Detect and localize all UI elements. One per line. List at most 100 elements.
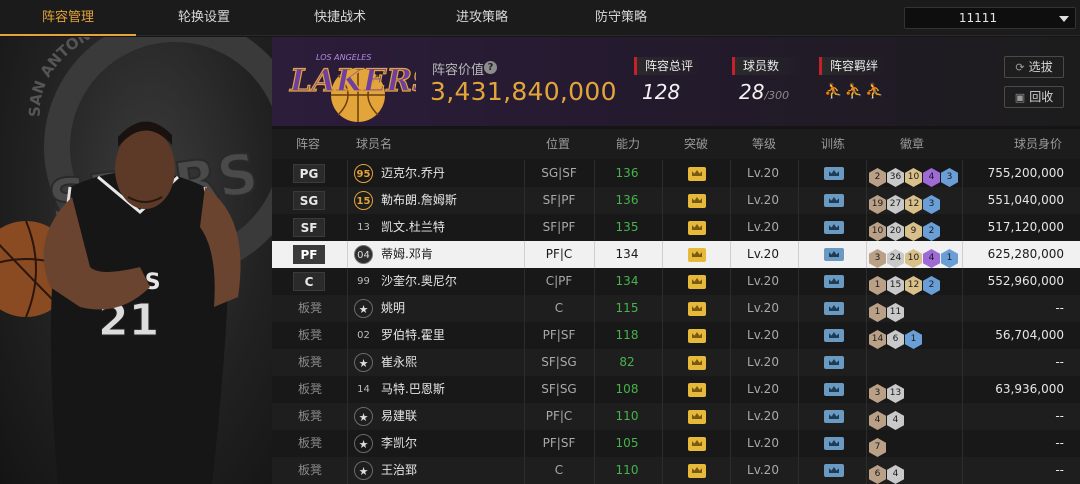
crown-icon[interactable] [688,383,706,397]
jersey-number-badge: ★ [354,353,373,372]
lineup-slot[interactable]: 板凳 [298,430,322,457]
training-crown-icon[interactable] [824,383,844,396]
lineup-slot[interactable]: 板凳 [298,376,322,403]
lineup-slot[interactable]: SG [293,191,325,210]
table-row[interactable]: 板凳 ★ 崔永熙 SF|SG 82 Lv.20 -- [272,349,1080,376]
crown-icon[interactable] [688,356,706,370]
badge-list[interactable]: 44 [869,407,905,430]
column-divider [662,187,663,214]
tab-quick-tactics[interactable]: 快捷战术 [272,0,408,36]
player-level: Lv.20 [747,247,779,261]
table-row[interactable]: 板凳 ★ 姚明 C 115 Lv.20 1 11 -- [272,295,1080,322]
crown-icon[interactable] [688,410,706,424]
table-row[interactable]: 板凳 ★ 易建联 PF|C 110 Lv.20 4 4 -- [272,403,1080,430]
badge-list[interactable]: 64 [869,461,905,484]
player-ability: 118 [615,328,639,342]
crown-icon[interactable] [688,194,706,208]
bond-icons[interactable]: ⛹ ⛹ ⛹ [824,82,886,100]
crown-icon[interactable] [688,464,706,478]
table-row[interactable]: PF 04 蒂姆.邓肯 PF|C 134 Lv.20 3 24 10 4 1 625,280,000 [272,241,1080,268]
training-crown-icon[interactable] [824,410,844,423]
table-row[interactable]: C 99 沙奎尔.奥尼尔 C|PF 134 Lv.20 1 15 12 2 552,960,000 [272,268,1080,295]
training-crown-icon[interactable] [824,437,844,450]
training-crown-icon[interactable] [824,275,844,288]
table-row[interactable]: 板凳 02 罗伯特.霍里 PF|SF 118 Lv.20 14 6 1 56,704,000 [272,322,1080,349]
crown-icon[interactable] [688,221,706,235]
col-badges: 徽章 [900,137,925,151]
badge-list[interactable]: 3 24 10 4 1 [869,245,959,268]
player-name[interactable]: 姚明 [381,295,405,322]
refresh-icon: ⟳ [1015,61,1025,74]
crown-icon[interactable] [688,167,706,181]
lineup-slot[interactable]: C [293,272,325,291]
player-position: SF|SG [541,355,577,369]
player-name[interactable]: 李凯尔 [381,430,417,457]
training-crown-icon[interactable] [824,329,844,342]
badge-list[interactable]: 2 36 10 4 3 [869,164,959,187]
pick-button[interactable]: ⟳ 选拔 [1004,56,1064,78]
player-name[interactable]: 沙奎尔.奥尼尔 [381,268,457,295]
recycle-button[interactable]: ▣ 回收 [1004,86,1064,108]
bond-icon-blue[interactable]: ⛹ [865,82,884,100]
badge-list[interactable]: 7 [869,434,887,457]
player-name[interactable]: 易建联 [381,403,417,430]
lineup-slot[interactable]: 板凳 [298,457,322,484]
training-crown-icon[interactable] [824,356,844,369]
tab-rotation[interactable]: 轮换设置 [136,0,272,36]
training-crown-icon[interactable] [824,167,844,180]
lineup-slot[interactable]: 板凳 [298,295,322,322]
table-row[interactable]: 板凳 ★ 李凯尔 PF|SF 105 Lv.20 7 -- [272,430,1080,457]
help-icon[interactable]: ? [484,61,497,74]
player-name[interactable]: 凯文.杜兰特 [381,214,445,241]
crown-icon[interactable] [688,437,706,451]
lineup-slot[interactable]: PF [293,245,325,264]
table-row[interactable]: PG 95 迈克尔.乔丹 SG|SF 136 Lv.20 2 36 10 4 3 755,200,00… [272,160,1080,187]
crown-icon[interactable] [688,329,706,343]
tab-offense[interactable]: 进攻策略 [414,0,550,36]
badge-list[interactable]: 3 13 [869,380,905,403]
column-divider [347,403,348,430]
table-row[interactable]: 板凳 14 马特.巴恩斯 SF|SG 108 Lv.20 3 13 63,936,000 [272,376,1080,403]
lineup-slot[interactable]: SF [293,218,325,237]
table-row[interactable]: SF 13 凯文.杜兰特 SF|PF 135 Lv.20 10 20 9 2 517,120,000 [272,214,1080,241]
training-crown-icon[interactable] [824,194,844,207]
badge-list[interactable]: 1 15 12 2 [869,272,941,295]
bond-icon-gold[interactable]: ⛹ [845,82,864,100]
lineup-slot[interactable]: 板凳 [298,322,322,349]
team-select[interactable]: 11111 [904,7,1076,29]
table-row[interactable]: SG 15 勒布朗.詹姆斯 SF|PF 136 Lv.20 19 27 12 3 551,040,0… [272,187,1080,214]
crown-icon[interactable] [688,275,706,289]
player-value: 551,040,000 [987,193,1064,207]
badge-list[interactable]: 1 11 [869,299,905,322]
training-crown-icon[interactable] [824,302,844,315]
player-name[interactable]: 迈克尔.乔丹 [381,160,445,187]
roster-table: 阵容 球员名 位置 能力 突破 等级 训练 徽章 球员身价 PG 95 迈克尔.乔丹… [272,129,1080,484]
lineup-slot[interactable]: PG [293,164,325,183]
bond-icon-bronze[interactable]: ⛹ [824,82,843,100]
column-divider [662,376,663,403]
training-crown-icon[interactable] [824,464,844,477]
lineup-slot[interactable]: 板凳 [298,349,322,376]
player-name[interactable]: 勒布朗.詹姆斯 [381,187,457,214]
players-max: /300 [764,89,790,102]
player-name[interactable]: 马特.巴恩斯 [381,376,445,403]
badge-list[interactable]: 10 20 9 2 [869,218,941,241]
player-name[interactable]: 罗伯特.霍里 [381,322,445,349]
player-name[interactable]: 崔永熙 [381,349,417,376]
lineup-slot[interactable]: 板凳 [298,403,322,430]
crown-icon[interactable] [688,248,706,262]
player-level: Lv.20 [747,436,779,450]
tab-lineup[interactable]: 阵容管理 [0,0,136,36]
player-name[interactable]: 蒂姆.邓肯 [381,241,433,268]
badge-list[interactable]: 14 6 1 [869,326,923,349]
column-divider [866,322,867,349]
player-name[interactable]: 王治郅 [381,457,417,484]
player-level: Lv.20 [747,220,779,234]
badge-list[interactable]: 19 27 12 3 [869,191,941,214]
badge-icon: 10 [905,249,922,268]
table-row[interactable]: 板凳 ★ 王治郅 C 110 Lv.20 6 4 -- [272,457,1080,484]
crown-icon[interactable] [688,302,706,316]
training-crown-icon[interactable] [824,221,844,234]
training-crown-icon[interactable] [824,248,844,261]
tab-defense[interactable]: 防守策略 [553,0,689,36]
